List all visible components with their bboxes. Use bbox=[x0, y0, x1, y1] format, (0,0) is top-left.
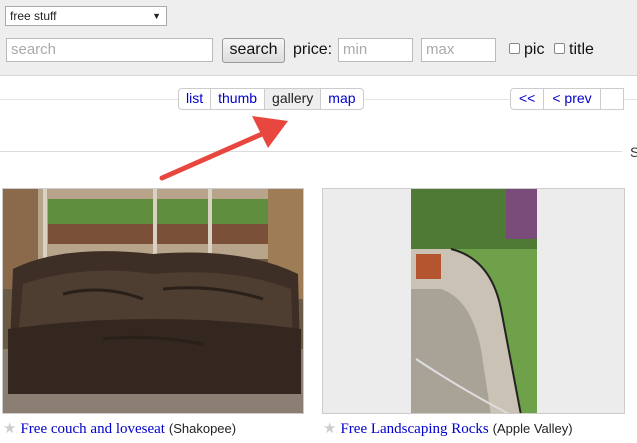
listing-image-couch[interactable] bbox=[2, 188, 304, 414]
listing-title-row: ★ Free Landscaping Rocks (Apple Valley) bbox=[323, 419, 573, 438]
listing-link[interactable]: Free couch and loveseat bbox=[20, 421, 165, 437]
pagination: << < prev bbox=[510, 88, 624, 110]
listing-location: (Shakopee) bbox=[168, 421, 237, 436]
couch-photo bbox=[3, 189, 303, 413]
price-min-input[interactable]: min bbox=[338, 38, 413, 62]
pagination-overflow bbox=[601, 89, 623, 109]
category-select[interactable]: free stuff ▼ bbox=[5, 6, 167, 26]
truncated-text: S bbox=[630, 144, 637, 160]
category-select-value: free stuff bbox=[10, 9, 57, 23]
prev-page-button[interactable]: < prev bbox=[544, 89, 601, 109]
search-input-placeholder: search bbox=[11, 41, 57, 58]
first-page-button[interactable]: << bbox=[511, 89, 545, 109]
view-mode-switcher: list thumb gallery map bbox=[178, 88, 364, 110]
divider bbox=[0, 151, 622, 152]
title-checkbox-label: title bbox=[569, 41, 594, 58]
star-icon[interactable]: ★ bbox=[3, 420, 16, 437]
pic-checkbox-label: pic bbox=[524, 41, 545, 58]
pic-checkbox[interactable] bbox=[509, 43, 520, 54]
rocks-photo bbox=[323, 189, 624, 413]
listing-location: (Apple Valley) bbox=[492, 421, 573, 436]
listing-link[interactable]: Free Landscaping Rocks bbox=[340, 421, 488, 437]
view-thumb-link[interactable]: thumb bbox=[211, 89, 266, 109]
view-map-link[interactable]: map bbox=[321, 89, 362, 109]
view-gallery-link[interactable]: gallery bbox=[265, 89, 322, 109]
price-min-placeholder: min bbox=[343, 41, 368, 58]
price-max-input[interactable]: max bbox=[421, 38, 496, 62]
dropdown-arrow-icon: ▼ bbox=[152, 11, 161, 21]
search-bar: free stuff ▼ search search price: min ma… bbox=[0, 0, 637, 76]
listing-title-row: ★ Free couch and loveseat (Shakopee) bbox=[3, 419, 236, 438]
star-icon[interactable]: ★ bbox=[323, 420, 336, 437]
price-label: price: bbox=[293, 41, 333, 58]
search-button[interactable]: search bbox=[222, 38, 285, 63]
price-max-placeholder: max bbox=[426, 41, 455, 58]
view-list-link[interactable]: list bbox=[179, 89, 212, 109]
listing-image-rocks[interactable] bbox=[322, 188, 625, 414]
title-checkbox[interactable] bbox=[554, 43, 565, 54]
search-input[interactable]: search bbox=[6, 38, 213, 62]
